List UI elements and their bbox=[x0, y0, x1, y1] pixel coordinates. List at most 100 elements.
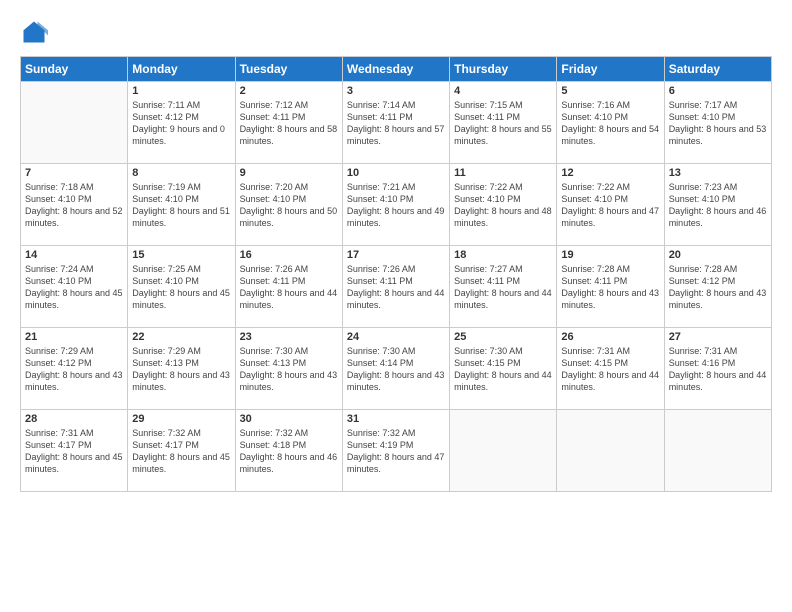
day-cell: 1 Sunrise: 7:11 AMSunset: 4:12 PMDaylight… bbox=[128, 82, 235, 164]
day-info: Sunrise: 7:30 AMSunset: 4:15 PMDaylight:… bbox=[454, 345, 552, 394]
day-info: Sunrise: 7:11 AMSunset: 4:12 PMDaylight:… bbox=[132, 99, 230, 148]
calendar-table: SundayMondayTuesdayWednesdayThursdayFrid… bbox=[20, 56, 772, 492]
day-info: Sunrise: 7:28 AMSunset: 4:11 PMDaylight:… bbox=[561, 263, 659, 312]
header-cell-sunday: Sunday bbox=[21, 57, 128, 82]
day-cell: 9Sunrise: 7:20 AMSunset: 4:10 PMDaylight… bbox=[235, 164, 342, 246]
day-cell: 29Sunrise: 7:32 AMSunset: 4:17 PMDayligh… bbox=[128, 410, 235, 492]
day-info: Sunrise: 7:32 AMSunset: 4:18 PMDaylight:… bbox=[240, 427, 338, 476]
day-number: 31 bbox=[347, 413, 445, 425]
day-number: 21 bbox=[25, 331, 123, 343]
week-row-2: 14 Sunrise: 7:24 AMSunset: 4:10 PMDayligh… bbox=[21, 246, 772, 328]
header-cell-thursday: Thursday bbox=[450, 57, 557, 82]
day-info: Sunrise: 7:23 AMSunset: 4:10 PMDaylight:… bbox=[669, 181, 767, 230]
logo bbox=[20, 18, 52, 46]
day-cell: 17Sunrise: 7:26 AMSunset: 4:11 PMDayligh… bbox=[342, 246, 449, 328]
day-cell bbox=[21, 82, 128, 164]
day-cell: 31 Sunrise: 7:32 AMSunset: 4:19 PMDayligh… bbox=[342, 410, 449, 492]
day-info: Sunrise: 7:17 AMSunset: 4:10 PMDaylight:… bbox=[669, 99, 767, 148]
day-number: 2 bbox=[240, 85, 338, 97]
day-info: Sunrise: 7:21 AMSunset: 4:10 PMDaylight:… bbox=[347, 181, 445, 230]
day-number: 3 bbox=[347, 85, 445, 97]
day-number: 20 bbox=[669, 249, 767, 261]
day-number: 5 bbox=[561, 85, 659, 97]
day-info: Sunrise: 7:31 AMSunset: 4:17 PMDaylight:… bbox=[25, 427, 123, 476]
day-number: 27 bbox=[669, 331, 767, 343]
day-cell: 30 Sunrise: 7:32 AMSunset: 4:18 PMDayligh… bbox=[235, 410, 342, 492]
day-cell: 13 Sunrise: 7:23 AMSunset: 4:10 PMDayligh… bbox=[664, 164, 771, 246]
day-number: 26 bbox=[561, 331, 659, 343]
day-cell: 15 Sunrise: 7:25 AMSunset: 4:10 PMDayligh… bbox=[128, 246, 235, 328]
day-number: 7 bbox=[25, 167, 123, 179]
header-row: SundayMondayTuesdayWednesdayThursdayFrid… bbox=[21, 57, 772, 82]
day-number: 10 bbox=[347, 167, 445, 179]
day-cell: 27 Sunrise: 7:31 AMSunset: 4:16 PMDayligh… bbox=[664, 328, 771, 410]
day-info: Sunrise: 7:18 AMSunset: 4:10 PMDaylight:… bbox=[25, 181, 123, 230]
day-number: 25 bbox=[454, 331, 552, 343]
day-cell: 16Sunrise: 7:26 AMSunset: 4:11 PMDayligh… bbox=[235, 246, 342, 328]
day-cell: 22Sunrise: 7:29 AMSunset: 4:13 PMDayligh… bbox=[128, 328, 235, 410]
day-number: 22 bbox=[132, 331, 230, 343]
day-info: Sunrise: 7:27 AMSunset: 4:11 PMDaylight:… bbox=[454, 263, 552, 312]
day-cell: 5 Sunrise: 7:16 AMSunset: 4:10 PMDaylight… bbox=[557, 82, 664, 164]
week-row-0: 1 Sunrise: 7:11 AMSunset: 4:12 PMDaylight… bbox=[21, 82, 772, 164]
day-cell: 3 Sunrise: 7:14 AMSunset: 4:11 PMDaylight… bbox=[342, 82, 449, 164]
day-cell: 2Sunrise: 7:12 AMSunset: 4:11 PMDaylight… bbox=[235, 82, 342, 164]
day-cell: 4 Sunrise: 7:15 AMSunset: 4:11 PMDaylight… bbox=[450, 82, 557, 164]
day-cell: 18 Sunrise: 7:27 AMSunset: 4:11 PMDayligh… bbox=[450, 246, 557, 328]
day-number: 18 bbox=[454, 249, 552, 261]
day-number: 24 bbox=[347, 331, 445, 343]
day-cell: 24Sunrise: 7:30 AMSunset: 4:14 PMDayligh… bbox=[342, 328, 449, 410]
day-number: 17 bbox=[347, 249, 445, 261]
day-info: Sunrise: 7:25 AMSunset: 4:10 PMDaylight:… bbox=[132, 263, 230, 312]
day-info: Sunrise: 7:28 AMSunset: 4:12 PMDaylight:… bbox=[669, 263, 767, 312]
day-info: Sunrise: 7:31 AMSunset: 4:15 PMDaylight:… bbox=[561, 345, 659, 394]
day-cell bbox=[664, 410, 771, 492]
day-cell: 11Sunrise: 7:22 AMSunset: 4:10 PMDayligh… bbox=[450, 164, 557, 246]
day-number: 1 bbox=[132, 85, 230, 97]
logo-icon bbox=[20, 18, 48, 46]
day-number: 14 bbox=[25, 249, 123, 261]
day-cell: 28 Sunrise: 7:31 AMSunset: 4:17 PMDayligh… bbox=[21, 410, 128, 492]
day-info: Sunrise: 7:14 AMSunset: 4:11 PMDaylight:… bbox=[347, 99, 445, 148]
day-info: Sunrise: 7:32 AMSunset: 4:19 PMDaylight:… bbox=[347, 427, 445, 476]
day-info: Sunrise: 7:22 AMSunset: 4:10 PMDaylight:… bbox=[454, 181, 552, 230]
day-cell: 10 Sunrise: 7:21 AMSunset: 4:10 PMDayligh… bbox=[342, 164, 449, 246]
day-number: 16 bbox=[240, 249, 338, 261]
day-number: 13 bbox=[669, 167, 767, 179]
day-cell: 25 Sunrise: 7:30 AMSunset: 4:15 PMDayligh… bbox=[450, 328, 557, 410]
day-number: 12 bbox=[561, 167, 659, 179]
page: SundayMondayTuesdayWednesdayThursdayFrid… bbox=[0, 0, 792, 612]
week-row-4: 28 Sunrise: 7:31 AMSunset: 4:17 PMDayligh… bbox=[21, 410, 772, 492]
day-cell: 12 Sunrise: 7:22 AMSunset: 4:10 PMDayligh… bbox=[557, 164, 664, 246]
week-row-3: 21Sunrise: 7:29 AMSunset: 4:12 PMDayligh… bbox=[21, 328, 772, 410]
week-row-1: 7 Sunrise: 7:18 AMSunset: 4:10 PMDaylight… bbox=[21, 164, 772, 246]
day-info: Sunrise: 7:24 AMSunset: 4:10 PMDaylight:… bbox=[25, 263, 123, 312]
day-info: Sunrise: 7:15 AMSunset: 4:11 PMDaylight:… bbox=[454, 99, 552, 148]
header-cell-monday: Monday bbox=[128, 57, 235, 82]
day-cell: 20 Sunrise: 7:28 AMSunset: 4:12 PMDayligh… bbox=[664, 246, 771, 328]
day-cell: 14 Sunrise: 7:24 AMSunset: 4:10 PMDayligh… bbox=[21, 246, 128, 328]
header bbox=[20, 18, 772, 46]
day-number: 15 bbox=[132, 249, 230, 261]
day-info: Sunrise: 7:20 AMSunset: 4:10 PMDaylight:… bbox=[240, 181, 338, 230]
header-cell-friday: Friday bbox=[557, 57, 664, 82]
day-cell bbox=[557, 410, 664, 492]
day-number: 6 bbox=[669, 85, 767, 97]
day-info: Sunrise: 7:31 AMSunset: 4:16 PMDaylight:… bbox=[669, 345, 767, 394]
day-info: Sunrise: 7:22 AMSunset: 4:10 PMDaylight:… bbox=[561, 181, 659, 230]
day-cell: 6 Sunrise: 7:17 AMSunset: 4:10 PMDaylight… bbox=[664, 82, 771, 164]
day-cell: 21Sunrise: 7:29 AMSunset: 4:12 PMDayligh… bbox=[21, 328, 128, 410]
day-number: 28 bbox=[25, 413, 123, 425]
day-cell: 8 Sunrise: 7:19 AMSunset: 4:10 PMDaylight… bbox=[128, 164, 235, 246]
day-number: 30 bbox=[240, 413, 338, 425]
day-cell: 26 Sunrise: 7:31 AMSunset: 4:15 PMDayligh… bbox=[557, 328, 664, 410]
day-info: Sunrise: 7:32 AMSunset: 4:17 PMDaylight:… bbox=[132, 427, 230, 476]
day-number: 4 bbox=[454, 85, 552, 97]
day-info: Sunrise: 7:16 AMSunset: 4:10 PMDaylight:… bbox=[561, 99, 659, 148]
header-cell-saturday: Saturday bbox=[664, 57, 771, 82]
day-number: 23 bbox=[240, 331, 338, 343]
day-number: 8 bbox=[132, 167, 230, 179]
day-cell bbox=[450, 410, 557, 492]
day-info: Sunrise: 7:19 AMSunset: 4:10 PMDaylight:… bbox=[132, 181, 230, 230]
day-cell: 23Sunrise: 7:30 AMSunset: 4:13 PMDayligh… bbox=[235, 328, 342, 410]
